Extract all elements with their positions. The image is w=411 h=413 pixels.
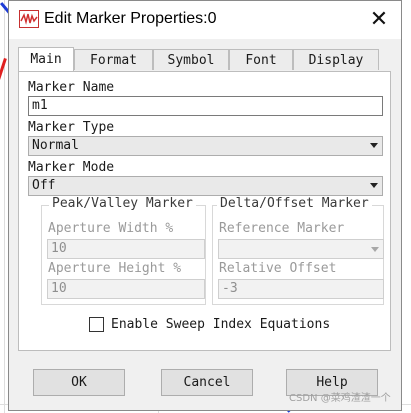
marker-mode-select[interactable]: Off	[28, 176, 383, 196]
chevron-down-icon	[371, 247, 379, 252]
relative-offset-label: Relative Offset	[219, 261, 337, 276]
sweep-index-checkbox[interactable]	[89, 317, 104, 332]
aperture-width-label: Aperture Width %	[48, 221, 174, 236]
aperture-height-label: Aperture Height %	[48, 261, 182, 276]
sweep-index-label[interactable]: Enable Sweep Index Equations	[111, 317, 330, 332]
peak-valley-title: Peak/Valley Marker	[49, 196, 196, 211]
chevron-down-icon	[370, 183, 378, 188]
chevron-down-icon	[370, 143, 378, 148]
aperture-height-input[interactable]: 10	[47, 279, 205, 299]
aperture-width-input[interactable]: 10	[47, 239, 205, 259]
delta-offset-group: Delta/Offset Marker Reference Marker Rel…	[212, 196, 384, 305]
watermark-text: CSDN @菜鸡渣渣一个	[289, 393, 391, 404]
edit-marker-dialog: Edit Marker Properties:0 ✕ Main Format S…	[8, 0, 402, 411]
peak-valley-group: Peak/Valley Marker Aperture Width % 10 A…	[41, 196, 206, 305]
close-icon: ✕	[369, 7, 389, 32]
tab-font[interactable]: Font	[229, 49, 293, 70]
title-bar: Edit Marker Properties:0 ✕	[9, 1, 401, 39]
tab-format[interactable]: Format	[74, 49, 153, 70]
marker-mode-label: Marker Mode	[28, 160, 115, 175]
marker-type-select[interactable]: Normal	[28, 136, 383, 156]
relative-offset-input[interactable]: -3	[218, 279, 384, 299]
tab-main[interactable]: Main	[18, 47, 74, 71]
marker-name-label: Marker Name	[28, 80, 115, 95]
marker-type-value: Normal	[32, 138, 79, 153]
app-icon	[19, 10, 39, 28]
ok-button[interactable]: OK	[33, 369, 125, 396]
window-title: Edit Marker Properties:0	[44, 10, 217, 27]
delta-offset-title: Delta/Offset Marker	[217, 196, 372, 211]
reference-marker-label: Reference Marker	[219, 221, 345, 236]
cancel-button[interactable]: Cancel	[161, 369, 253, 396]
tab-display[interactable]: Display	[293, 49, 379, 70]
marker-name-input[interactable]: m1	[28, 96, 383, 116]
main-tab-panel: Marker Name m1 Marker Type Normal Marker…	[18, 71, 391, 351]
marker-type-label: Marker Type	[28, 120, 115, 135]
reference-marker-select[interactable]	[218, 239, 384, 259]
tab-symbol[interactable]: Symbol	[153, 49, 229, 70]
close-button[interactable]: ✕	[363, 4, 395, 36]
marker-mode-value: Off	[32, 178, 56, 193]
